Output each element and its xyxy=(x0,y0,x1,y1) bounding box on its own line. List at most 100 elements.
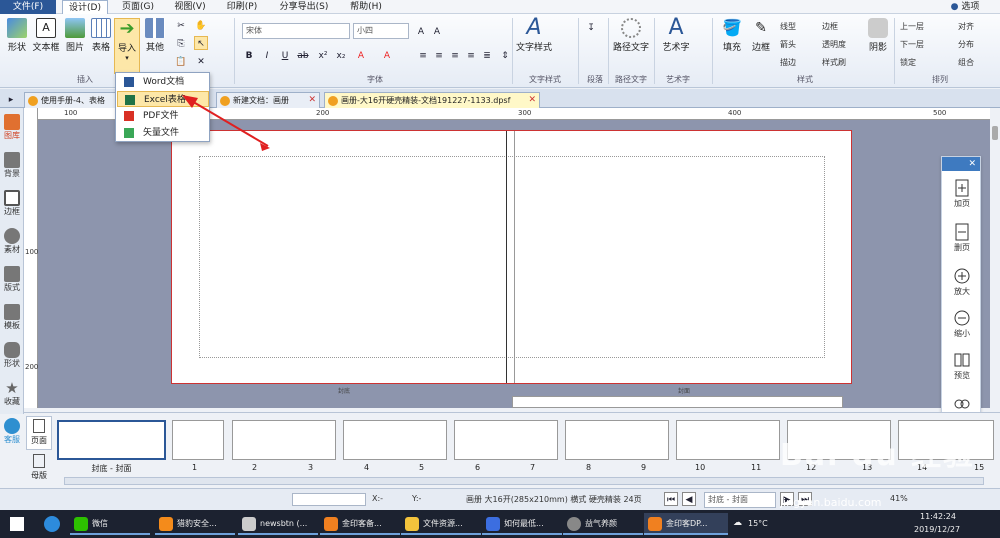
thumb-page[interactable] xyxy=(232,420,336,460)
sidebar-item-favorites[interactable]: ★ 收藏 xyxy=(0,380,24,407)
italic-icon[interactable]: I xyxy=(260,48,274,62)
fill-button[interactable]: 🪣 填充 xyxy=(718,18,746,68)
shadow-button[interactable]: 阴影 xyxy=(866,18,890,68)
bring-forward-button[interactable]: 上一层 xyxy=(900,20,924,34)
thumb-page[interactable] xyxy=(343,420,447,460)
sidebar-item-layout[interactable]: 版式 xyxy=(0,266,24,293)
prev-page-icon[interactable]: ◀ xyxy=(682,492,696,506)
thumb-page[interactable] xyxy=(454,420,558,460)
align-right-icon[interactable]: ≡ xyxy=(448,48,462,62)
font-size-select[interactable]: 小四 xyxy=(353,23,409,39)
sidebar-item-shape[interactable]: 形状 xyxy=(0,342,24,369)
menu-file[interactable]: 文件(F) xyxy=(0,0,56,14)
thumb-page[interactable] xyxy=(676,420,780,460)
taskbar-app-active[interactable]: 金印客DP... xyxy=(644,513,728,535)
subscript-icon[interactable]: x₂ xyxy=(334,48,348,62)
taskbar-app[interactable]: 金印客备... xyxy=(320,513,400,535)
tab-album-active[interactable]: 画册-大16开硬壳精装-文档191227-1133.dpsf ✕ xyxy=(324,92,540,108)
align-center-icon[interactable]: ≡ xyxy=(432,48,446,62)
preview-button[interactable]: 预览 xyxy=(942,351,982,381)
delete-icon[interactable]: ✕ xyxy=(194,54,208,68)
options-button[interactable]: ● 选项 xyxy=(940,0,990,14)
page-select[interactable]: 封底 - 封面 xyxy=(704,492,776,508)
path-text-button[interactable]: 路径文字 xyxy=(612,18,650,68)
taskbar-app[interactable]: 益气养颜 xyxy=(563,513,643,535)
justify-icon[interactable]: ≡ xyxy=(464,48,478,62)
distributed-icon[interactable]: ≣ xyxy=(480,48,494,62)
sidebar-item-border[interactable]: 边框 xyxy=(0,190,24,217)
thumb-cover[interactable] xyxy=(57,420,166,460)
import-button[interactable]: ➔ 导入 ▾ xyxy=(114,18,140,74)
wordart-button[interactable]: A 艺术字 xyxy=(658,17,694,68)
menu-page[interactable]: 页面(G) xyxy=(118,0,158,14)
transparency-button[interactable]: 透明度 xyxy=(822,38,846,52)
sidebar-item-material[interactable]: 素材 xyxy=(0,228,24,255)
taskbar-app[interactable]: 微信 xyxy=(70,513,150,535)
textbox-button[interactable]: A 文本框 xyxy=(32,18,60,68)
table-button[interactable]: 表格 xyxy=(88,18,114,68)
copy-icon[interactable]: ⎘ xyxy=(174,36,188,50)
sidebar-item-service[interactable]: 客服 xyxy=(0,418,24,445)
underline-icon[interactable]: U xyxy=(278,48,292,62)
close-icon[interactable]: ✕ xyxy=(308,93,316,108)
highlight-icon[interactable]: A xyxy=(354,48,368,62)
menu-print[interactable]: 印刷(P) xyxy=(222,0,262,14)
taskbar-app[interactable]: 文件资源... xyxy=(401,513,481,535)
bold-icon[interactable]: B xyxy=(242,48,256,62)
album-spread-page[interactable] xyxy=(171,130,852,384)
edge-button[interactable]: 边框 xyxy=(822,20,838,34)
border-button[interactable]: ✎ 边框 xyxy=(748,18,774,68)
panel-close-icon[interactable]: ✕ xyxy=(942,157,980,171)
sidebar-item-template[interactable]: 模板 xyxy=(0,304,24,331)
stroke-button[interactable]: 描边 xyxy=(780,56,796,70)
send-backward-button[interactable]: 下一层 xyxy=(900,38,924,52)
align-button[interactable]: 对齐 xyxy=(958,20,974,34)
line-type-button[interactable]: 线型 xyxy=(780,20,796,34)
image-button[interactable]: 图片 xyxy=(62,18,88,68)
text-style-button[interactable]: A 文字样式 xyxy=(516,17,552,68)
close-icon[interactable]: ✕ xyxy=(528,93,536,108)
thumb-scrollbar[interactable] xyxy=(64,477,984,485)
windows-start-icon[interactable] xyxy=(10,517,24,531)
sidebar-item-background[interactable]: 背景 xyxy=(0,152,24,179)
sidebar-item-gallery[interactable]: 图库 xyxy=(0,114,24,141)
text-direction-icon[interactable]: ↧ xyxy=(584,20,598,34)
hand-icon[interactable]: ✋ xyxy=(194,18,208,32)
zoom-out-button[interactable]: 缩小 xyxy=(942,309,982,339)
shape-button[interactable]: 形状 xyxy=(4,18,30,68)
thumb-page[interactable] xyxy=(172,420,224,460)
scroll-thumb[interactable] xyxy=(992,126,998,140)
zoom-in-button[interactable]: 放大 xyxy=(942,267,982,297)
superscript-icon[interactable]: x² xyxy=(316,48,330,62)
thumb-page[interactable] xyxy=(565,420,669,460)
arrow-button[interactable]: 箭头 xyxy=(780,38,796,52)
first-page-icon[interactable]: ⏮ xyxy=(664,492,678,506)
other-button[interactable]: 其他 xyxy=(142,18,168,68)
font-color-icon[interactable]: A xyxy=(380,48,394,62)
lock-button[interactable]: 锁定 xyxy=(900,56,916,70)
menu-share-export[interactable]: 分享导出(S) xyxy=(274,0,334,14)
combine-button[interactable]: 组合 xyxy=(958,56,974,70)
add-page-button[interactable]: 加页 xyxy=(942,179,982,209)
distribute-button[interactable]: 分布 xyxy=(958,38,974,52)
select-pointer-icon[interactable]: ↖ xyxy=(194,36,208,50)
line-spacing-icon[interactable]: ⇕ xyxy=(498,48,512,62)
menu-design[interactable]: 设计(D) xyxy=(62,0,108,14)
tab-manual[interactable]: 使用手册-4、表格 xyxy=(24,92,116,108)
strikethrough-icon[interactable]: ab xyxy=(296,48,310,62)
shrink-font-icon[interactable]: A xyxy=(430,24,444,38)
ie-browser-icon[interactable] xyxy=(44,516,60,532)
taskbar-app[interactable]: 猎豹安全... xyxy=(155,513,235,535)
align-left-icon[interactable]: ≡ xyxy=(416,48,430,62)
panel-toggle-icon[interactable]: ▸ xyxy=(4,92,18,106)
style-brush-button[interactable]: 样式刷 xyxy=(822,56,846,70)
vertical-scrollbar[interactable] xyxy=(990,108,1000,408)
menu-help[interactable]: 帮助(H) xyxy=(346,0,386,14)
delete-page-button[interactable]: 删页 xyxy=(942,223,982,253)
grow-font-icon[interactable]: A xyxy=(414,24,428,38)
font-name-select[interactable]: 宋体 xyxy=(242,23,350,39)
paste-icon[interactable]: 📋 xyxy=(174,54,188,68)
taskbar-app[interactable]: 如何最低... xyxy=(482,513,562,535)
menu-view[interactable]: 视图(V) xyxy=(170,0,210,14)
cut-icon[interactable]: ✂ xyxy=(174,18,188,32)
